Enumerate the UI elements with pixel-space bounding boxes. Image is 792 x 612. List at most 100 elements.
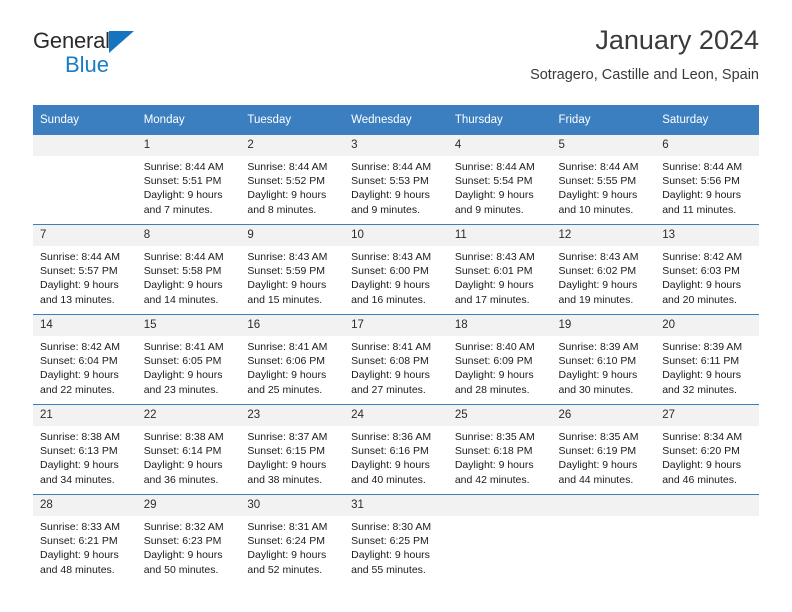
day-daylight-1-text: Daylight: 9 hours xyxy=(247,549,327,562)
calendar-day-cell[interactable]: 3 Sunrise: 8:44 AM Sunset: 5:53 PM Daylight… xyxy=(344,135,448,225)
day-number: 27 xyxy=(655,405,759,426)
calendar-day-cell[interactable]: 7 Sunrise: 8:44 AM Sunset: 5:57 PM Daylight… xyxy=(33,224,137,315)
day-daylight-1-text: Daylight: 9 hours xyxy=(454,369,534,382)
day-sunrise-text: Sunrise: 8:35 AM xyxy=(558,431,639,443)
day-daylight-2-text: and 36 minutes. xyxy=(143,473,219,486)
day-daylight-1-text: Daylight: 9 hours xyxy=(454,189,534,202)
calendar-day-cell[interactable]: 20 Sunrise: 8:39 AM Sunset: 6:11 PM Dayligh… xyxy=(655,314,759,405)
day-daylight-2-text: and 17 minutes. xyxy=(454,293,530,306)
calendar-day-cell[interactable]: 5 Sunrise: 8:44 AM Sunset: 5:55 PM Daylight… xyxy=(551,135,656,225)
day-sun-info: Sunrise: 8:44 AM Sunset: 5:54 PM Daylight:… xyxy=(448,156,552,217)
calendar-day-cell[interactable]: 12 Sunrise: 8:43 AM Sunset: 6:02 PM Dayligh… xyxy=(551,224,656,315)
calendar-day-cell[interactable]: 17 Sunrise: 8:41 AM Sunset: 6:08 PM Dayligh… xyxy=(344,314,448,405)
calendar-day-cell[interactable]: 22 Sunrise: 8:38 AM Sunset: 6:14 PM Dayligh… xyxy=(136,404,241,495)
day-sunrise-text: Sunrise: 8:43 AM xyxy=(351,251,432,263)
day-daylight-2-text: and 22 minutes. xyxy=(40,383,115,396)
calendar-day-cell[interactable]: 16 Sunrise: 8:41 AM Sunset: 6:06 PM Dayligh… xyxy=(240,314,345,405)
calendar-day-cell[interactable]: 26 Sunrise: 8:35 AM Sunset: 6:19 PM Dayligh… xyxy=(551,404,656,495)
calendar-day-cell[interactable]: 11 Sunrise: 8:43 AM Sunset: 6:01 PM Dayligh… xyxy=(447,224,552,315)
day-sunset-text: Sunset: 5:54 PM xyxy=(454,175,533,188)
day-sun-info: Sunrise: 8:44 AM Sunset: 5:57 PM Daylight:… xyxy=(33,246,137,307)
day-sun-info: Sunrise: 8:43 AM Sunset: 6:00 PM Daylight:… xyxy=(344,246,448,307)
day-daylight-1-text: Daylight: 9 hours xyxy=(143,459,223,472)
calendar-day-cell[interactable]: 13 Sunrise: 8:42 AM Sunset: 6:03 PM Dayligh… xyxy=(655,224,759,315)
day-number: 3 xyxy=(344,135,448,156)
day-sunset-text: Sunset: 6:01 PM xyxy=(454,265,533,278)
day-daylight-1-text: Daylight: 9 hours xyxy=(454,279,534,292)
day-sunset-text: Sunset: 6:10 PM xyxy=(558,355,637,368)
calendar-day-cell[interactable]: 21 Sunrise: 8:38 AM Sunset: 6:13 PM Dayligh… xyxy=(33,404,137,495)
calendar-week-row: 1 Sunrise: 8:44 AM Sunset: 5:51 PM Daylight… xyxy=(33,135,759,225)
calendar-day-cell[interactable]: 28 Sunrise: 8:33 AM Sunset: 6:21 PM Dayligh… xyxy=(33,494,137,584)
calendar-day-cell[interactable]: 15 Sunrise: 8:41 AM Sunset: 6:05 PM Dayligh… xyxy=(136,314,241,405)
day-sunrise-text: Sunrise: 8:42 AM xyxy=(662,251,743,263)
calendar-day-cell[interactable]: 31 Sunrise: 8:30 AM Sunset: 6:25 PM Dayligh… xyxy=(344,494,448,584)
calendar-day-cell[interactable]: 10 Sunrise: 8:43 AM Sunset: 6:00 PM Dayligh… xyxy=(344,224,448,315)
calendar-day-cell[interactable]: 24 Sunrise: 8:36 AM Sunset: 6:16 PM Dayligh… xyxy=(344,404,448,495)
calendar-day-cell[interactable]: 23 Sunrise: 8:37 AM Sunset: 6:15 PM Dayligh… xyxy=(240,404,345,495)
weekday-header-sunday: Sunday xyxy=(33,105,137,135)
weekday-header-tuesday: Tuesday xyxy=(240,105,345,135)
day-sun-info: Sunrise: 8:36 AM Sunset: 6:16 PM Daylight:… xyxy=(344,426,448,487)
day-number: 18 xyxy=(447,315,552,336)
calendar-day-cell[interactable]: 8 Sunrise: 8:44 AM Sunset: 5:58 PM Daylight… xyxy=(136,224,241,315)
calendar-header-row: Sunday Monday Tuesday Wednesday Thursday… xyxy=(33,105,759,135)
day-sunrise-text: Sunrise: 8:44 AM xyxy=(454,161,535,173)
day-sunrise-text: Sunrise: 8:40 AM xyxy=(454,341,535,353)
day-daylight-2-text: and 32 minutes. xyxy=(662,383,737,396)
day-daylight-1-text: Daylight: 9 hours xyxy=(40,459,119,472)
day-sunrise-text: Sunrise: 8:34 AM xyxy=(662,431,743,443)
calendar-day-cell[interactable]: 27 Sunrise: 8:34 AM Sunset: 6:20 PM Dayligh… xyxy=(655,404,759,495)
calendar-day-cell[interactable]: 4 Sunrise: 8:44 AM Sunset: 5:54 PM Daylight… xyxy=(447,135,552,225)
calendar-day-cell[interactable]: 30 Sunrise: 8:31 AM Sunset: 6:24 PM Dayligh… xyxy=(240,494,345,584)
calendar-day-cell[interactable]: 18 Sunrise: 8:40 AM Sunset: 6:09 PM Dayligh… xyxy=(447,314,552,405)
day-number: 19 xyxy=(551,315,656,336)
day-sun-info: Sunrise: 8:43 AM Sunset: 6:02 PM Daylight:… xyxy=(552,246,656,307)
page-header: General Blue January 2024 Sotragero, Cas… xyxy=(33,25,759,100)
day-daylight-1-text: Daylight: 9 hours xyxy=(351,369,430,382)
day-daylight-2-text: and 23 minutes. xyxy=(143,383,219,396)
day-daylight-1-text: Daylight: 9 hours xyxy=(143,279,223,292)
calendar-day-cell[interactable]: 25 Sunrise: 8:35 AM Sunset: 6:18 PM Dayligh… xyxy=(447,404,552,495)
day-daylight-1-text: Daylight: 9 hours xyxy=(143,369,223,382)
day-sunrise-text: Sunrise: 8:44 AM xyxy=(558,161,639,173)
weekday-header-friday: Friday xyxy=(551,105,656,135)
calendar-day-cell[interactable]: 9 Sunrise: 8:43 AM Sunset: 5:59 PM Daylight… xyxy=(240,224,345,315)
day-sunrise-text: Sunrise: 8:37 AM xyxy=(247,431,328,443)
day-sunset-text: Sunset: 6:06 PM xyxy=(247,355,326,368)
day-number xyxy=(33,135,137,156)
calendar-day-cell[interactable]: 2 Sunrise: 8:44 AM Sunset: 5:52 PM Daylight… xyxy=(240,135,345,225)
day-sun-info: Sunrise: 8:38 AM Sunset: 6:13 PM Daylight:… xyxy=(33,426,137,487)
day-daylight-2-text: and 14 minutes. xyxy=(143,293,219,306)
calendar-day-cell[interactable]: 19 Sunrise: 8:39 AM Sunset: 6:10 PM Dayligh… xyxy=(551,314,656,405)
weekday-header-wednesday: Wednesday xyxy=(344,105,448,135)
day-number: 26 xyxy=(551,405,656,426)
calendar-week-row: 21 Sunrise: 8:38 AM Sunset: 6:13 PM Dayligh… xyxy=(33,404,759,495)
day-sunrise-text: Sunrise: 8:44 AM xyxy=(40,251,120,263)
calendar-day-cell[interactable]: 6 Sunrise: 8:44 AM Sunset: 5:56 PM Daylight… xyxy=(655,135,759,225)
day-daylight-1-text: Daylight: 9 hours xyxy=(662,189,742,202)
day-number: 22 xyxy=(136,405,241,426)
day-daylight-1-text: Daylight: 9 hours xyxy=(662,279,742,292)
day-number: 8 xyxy=(136,225,241,246)
calendar-day-cell[interactable]: 1 Sunrise: 8:44 AM Sunset: 5:51 PM Daylight… xyxy=(136,135,241,225)
calendar-day-cell[interactable]: 14 Sunrise: 8:42 AM Sunset: 6:04 PM Dayligh… xyxy=(33,314,137,405)
day-daylight-1-text: Daylight: 9 hours xyxy=(40,549,119,562)
day-sunrise-text: Sunrise: 8:38 AM xyxy=(40,431,120,443)
day-daylight-1-text: Daylight: 9 hours xyxy=(558,369,638,382)
day-daylight-2-text: and 52 minutes. xyxy=(247,563,323,576)
calendar-day-cell[interactable]: 29 Sunrise: 8:32 AM Sunset: 6:23 PM Dayligh… xyxy=(136,494,241,584)
day-sunset-text: Sunset: 6:20 PM xyxy=(662,445,740,458)
day-sunrise-text: Sunrise: 8:43 AM xyxy=(558,251,639,263)
weekday-header-saturday: Saturday xyxy=(655,105,759,135)
general-blue-logo[interactable]: General Blue xyxy=(33,30,233,86)
day-daylight-2-text: and 30 minutes. xyxy=(558,383,634,396)
day-daylight-2-text: and 28 minutes. xyxy=(454,383,530,396)
day-daylight-1-text: Daylight: 9 hours xyxy=(351,549,430,562)
day-number: 23 xyxy=(240,405,345,426)
day-sun-info: Sunrise: 8:40 AM Sunset: 6:09 PM Daylight:… xyxy=(448,336,552,397)
day-daylight-2-text: and 25 minutes. xyxy=(247,383,323,396)
day-sun-info: Sunrise: 8:42 AM Sunset: 6:03 PM Daylight:… xyxy=(655,246,759,307)
day-daylight-2-text: and 34 minutes. xyxy=(40,473,115,486)
day-sunrise-text: Sunrise: 8:43 AM xyxy=(247,251,328,263)
